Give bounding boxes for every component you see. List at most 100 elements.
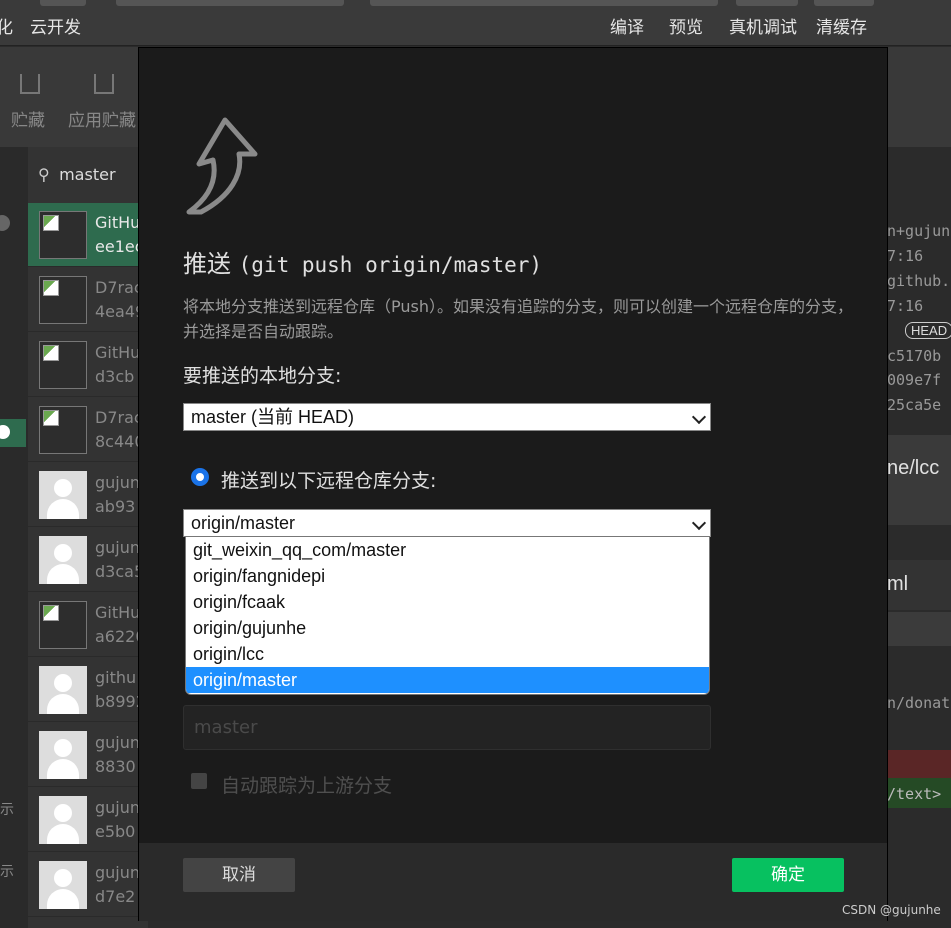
commit-hash: ab93 <box>95 497 136 516</box>
default-avatar-icon <box>39 731 87 779</box>
nav-dot[interactable] <box>0 215 10 231</box>
chevron-down-icon <box>691 515 707 531</box>
tab-pill <box>736 0 798 6</box>
commit-hash: e5b0 <box>95 822 136 841</box>
default-avatar-icon <box>39 471 87 519</box>
local-branch-value: master (当前 HEAD) <box>191 407 355 427</box>
commit-row[interactable]: GitHu ee1ec <box>28 203 148 267</box>
stash-label[interactable]: 贮藏 <box>11 106 45 131</box>
dropdown-option[interactable]: origin/lcc <box>186 641 709 667</box>
confirm-button[interactable]: 确定 <box>732 858 844 892</box>
commit-row[interactable]: gujun 8830 <box>28 723 148 787</box>
watermark: CSDN @gujunhe <box>842 903 941 917</box>
apply-stash-label[interactable]: 应用贮藏 <box>68 106 136 131</box>
commit-row[interactable]: D7rac 4ea49 <box>28 268 148 332</box>
left-label: 示 <box>0 802 14 818</box>
commit-row[interactable]: gujun d3ca5 <box>28 528 148 592</box>
preview-button[interactable]: 预览 <box>669 13 703 38</box>
commit-author: gujun <box>95 798 141 817</box>
push-dialog: 推送 (git push origin/master) 将本地分支推送到远程仓库… <box>138 47 888 921</box>
commit-author: gujun <box>95 863 141 882</box>
commit-row[interactable]: gujun e5b0 <box>28 788 148 852</box>
commit-row[interactable]: GitHu a6220 <box>28 593 148 657</box>
device-debug-button[interactable]: 真机调试 <box>729 13 797 38</box>
commit-author: gujun <box>95 733 141 752</box>
auto-track-label[interactable]: 自动跟踪为上游分支 <box>221 771 392 798</box>
dialog-title: 推送 (git push origin/master) <box>183 244 542 279</box>
commit-row[interactable]: gujun ab93 <box>28 463 148 527</box>
commit-avatar-image <box>39 276 87 324</box>
clear-cache-button[interactable]: 清缓存 <box>816 13 867 38</box>
commit-author: githu <box>95 668 137 687</box>
commit-row[interactable]: gujun d7e2 <box>28 853 148 917</box>
commit-avatar-image <box>39 211 87 259</box>
commit-author: D7rac <box>95 408 143 427</box>
detail-text: n+gujunh <box>887 222 951 240</box>
cancel-button[interactable]: 取消 <box>183 858 295 892</box>
dropdown-option[interactable]: origin/gujunhe <box>186 615 709 641</box>
remote-branch-dropdown: git_weixin_qq_com/master origin/fangnide… <box>185 536 710 695</box>
compile-button[interactable]: 编译 <box>610 13 644 38</box>
apply-stash-icon[interactable] <box>94 74 114 94</box>
file-heading: ne/lcc <box>887 457 940 479</box>
commit-row[interactable]: githu b8992 <box>28 658 148 722</box>
commit-hash: d7e2 <box>95 887 136 906</box>
file-name[interactable]: ml <box>887 573 908 596</box>
commit-author: D7rac <box>95 278 143 297</box>
diff-text: /text> <box>887 785 942 803</box>
top-toolbar: 化 云开发 编译 预览 真机调试 清缓存 <box>0 0 951 46</box>
detail-text: github.co <box>887 272 951 290</box>
detail-text: c5170b <box>887 347 942 365</box>
local-branch-select[interactable]: master (当前 HEAD) <box>183 403 711 431</box>
dialog-command: (git push origin/master) <box>238 253 543 277</box>
diff-deleted-line <box>887 750 951 778</box>
dialog-description: 将本地分支推送到远程仓库（Push）。如果没有追踪的分支，则可以创建一个远程仓库… <box>183 297 853 341</box>
head-badge: HEAD <box>905 322 951 339</box>
chevron-down-icon <box>691 409 707 425</box>
default-avatar-icon <box>39 796 87 844</box>
commit-avatar-image <box>39 406 87 454</box>
commit-row[interactable]: D7rac 8c440 <box>28 398 148 462</box>
detail-band <box>887 612 951 646</box>
detail-band <box>887 435 951 525</box>
left-label: 示 <box>0 864 14 880</box>
branch-header[interactable]: ⚲ master <box>38 165 116 184</box>
dropdown-option-selected[interactable]: origin/master <box>186 667 709 693</box>
commit-avatar-image <box>39 601 87 649</box>
menu-item-cloud-dev[interactable]: 云开发 <box>30 13 81 38</box>
detail-text: 7:16 <box>887 297 924 315</box>
commit-hash: 8830 <box>95 757 136 776</box>
remote-branch-value: origin/master <box>191 513 296 533</box>
detail-text: 7:16 <box>887 247 924 265</box>
tab-pill <box>40 0 86 6</box>
remote-branch-label[interactable]: 推送到以下远程仓库分支: <box>221 466 436 493</box>
auto-track-checkbox[interactable] <box>191 773 207 789</box>
menu-item-truncated[interactable]: 化 <box>0 13 13 38</box>
dropdown-option[interactable]: origin/fangnidepi <box>186 563 709 589</box>
branch-name: master <box>59 165 116 184</box>
default-avatar-icon <box>39 536 87 584</box>
detail-text: 009e7f <box>887 371 942 389</box>
remote-branch-radio[interactable] <box>191 468 209 486</box>
commit-avatar-image <box>39 341 87 389</box>
stash-icon[interactable] <box>20 74 40 94</box>
commit-row[interactable]: GitHu d3cb <box>28 333 148 397</box>
new-branch-input[interactable]: master <box>183 705 711 750</box>
default-avatar-icon <box>39 666 87 714</box>
tab-pill <box>814 0 874 6</box>
commit-author: GitHu <box>95 343 141 362</box>
commit-author: gujun <box>95 473 141 492</box>
left-nav-pane: 示 示 <box>0 147 28 928</box>
tab-pill <box>116 0 344 6</box>
commit-author: GitHu <box>95 603 141 622</box>
tab-pill <box>370 0 718 6</box>
nav-active-marker[interactable] <box>0 419 26 447</box>
commit-hash: ee1ec <box>95 237 144 256</box>
dropdown-option[interactable]: git_weixin_qq_com/master <box>186 537 709 563</box>
diff-text: n/donat <box>887 694 951 712</box>
commit-hash: d3cb <box>95 367 135 386</box>
local-branch-label: 要推送的本地分支: <box>183 365 342 387</box>
push-arrow-icon <box>186 117 258 215</box>
dropdown-option[interactable]: origin/fcaak <box>186 589 709 615</box>
remote-branch-select[interactable]: origin/master <box>183 509 711 537</box>
